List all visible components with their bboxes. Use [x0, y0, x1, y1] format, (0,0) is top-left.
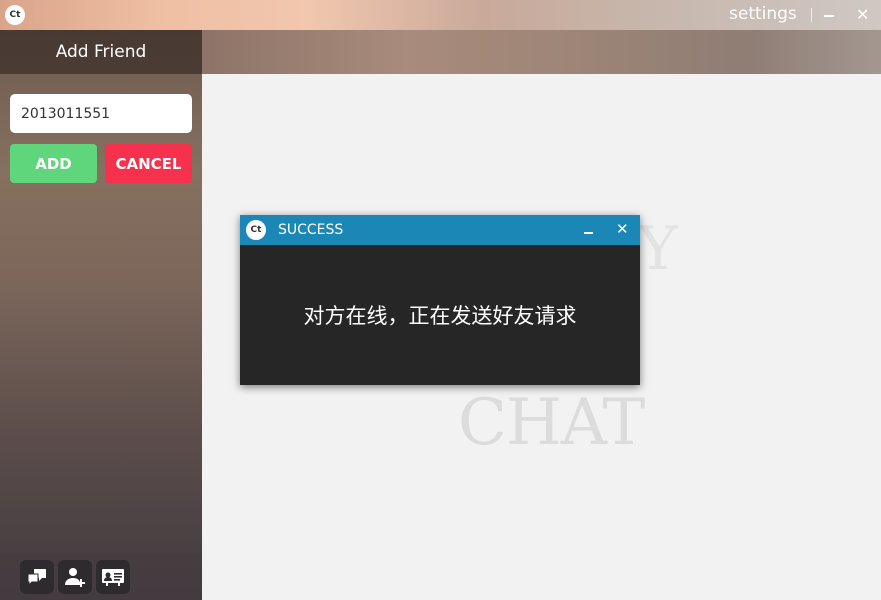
dialog-close-icon[interactable]: ✕ — [616, 220, 629, 238]
app-logo: Ct — [5, 5, 25, 25]
watermark-chat: CHAT — [458, 386, 645, 460]
contact-card-icon[interactable] — [96, 560, 130, 594]
main-header-band — [202, 30, 881, 74]
cancel-button[interactable]: CANCEL — [105, 144, 192, 183]
close-icon[interactable]: ✕ — [856, 5, 869, 24]
dialog-title-bar[interactable]: Ct SUCCESS ✕ — [240, 215, 640, 245]
chat-bubbles-icon[interactable] — [20, 560, 54, 594]
minimize-icon[interactable] — [824, 15, 834, 17]
watermark-top: Y — [638, 214, 678, 284]
friend-id-input[interactable] — [10, 94, 192, 133]
sidebar: Add Friend ADD CANCEL — [0, 30, 202, 600]
dialog-logo: Ct — [246, 220, 266, 240]
add-button[interactable]: ADD — [10, 144, 97, 183]
add-user-icon[interactable] — [58, 560, 92, 594]
dialog-title: SUCCESS — [278, 222, 344, 238]
dialog-minimize-icon[interactable] — [584, 232, 593, 234]
sidebar-title: Add Friend — [0, 30, 202, 74]
success-dialog: Ct SUCCESS ✕ 对方在线，正在发送好友请求 — [240, 215, 640, 385]
window-title-bar: Ct settings ✕ — [0, 0, 881, 30]
sidebar-footer — [0, 553, 202, 600]
title-bar-divider — [811, 8, 812, 22]
dialog-message: 对方在线，正在发送好友请求 — [303, 304, 577, 328]
settings-button[interactable]: settings — [729, 4, 797, 24]
